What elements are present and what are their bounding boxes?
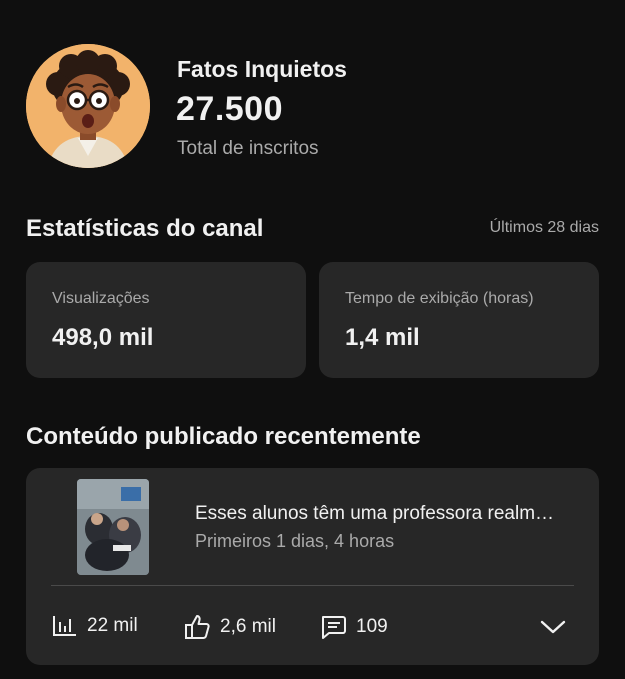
video-views-value: 22 mil: [87, 615, 138, 636]
video-likes-value: 2,6 mil: [220, 616, 276, 637]
watch-time-card[interactable]: Tempo de exibição (horas) 1,4 mil: [319, 262, 599, 378]
comment-icon: [322, 616, 346, 639]
cartoon-avatar-icon: [26, 44, 150, 168]
channel-avatar[interactable]: [26, 44, 150, 168]
video-likes-metric: 2,6 mil: [184, 614, 276, 640]
subscriber-label: Total de inscritos: [177, 138, 319, 159]
video-thumbnail[interactable]: [77, 479, 149, 575]
video-comments-value: 109: [356, 616, 388, 637]
stats-period: Últimos 28 dias: [489, 219, 599, 236]
video-title[interactable]: Esses alunos têm uma professora realm…: [195, 503, 575, 525]
divider: [51, 585, 574, 586]
watch-time-label: Tempo de exibição (horas): [345, 290, 534, 307]
stats-section-title: Estatísticas do canal: [26, 215, 264, 242]
video-comments-metric: 109: [319, 614, 388, 640]
channel-name: Fatos Inquietos: [177, 56, 347, 82]
subscriber-count: 27.500: [176, 90, 283, 128]
video-subtitle: Primeiros 1 dias, 4 horas: [195, 531, 395, 551]
views-label: Visualizações: [52, 290, 150, 307]
video-views-metric: 22 mil: [52, 614, 138, 638]
recent-content-title: Conteúdo publicado recentemente: [26, 423, 421, 450]
recent-video-card[interactable]: Esses alunos têm uma professora realm… P…: [26, 468, 599, 665]
expand-button[interactable]: [539, 616, 567, 638]
views-card[interactable]: Visualizações 498,0 mil: [26, 262, 306, 378]
watch-time-value: 1,4 mil: [345, 324, 420, 351]
chevron-down-icon: [540, 620, 566, 634]
views-value: 498,0 mil: [52, 324, 154, 351]
thumbs-up-icon: [185, 615, 210, 639]
bar-chart-icon: [53, 616, 76, 636]
video-thumbnail-image: [77, 479, 149, 575]
